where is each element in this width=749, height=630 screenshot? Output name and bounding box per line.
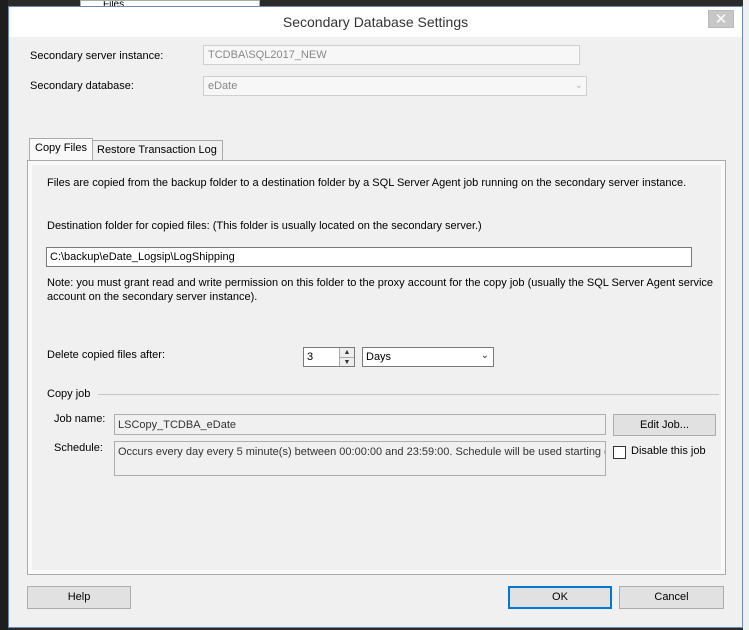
job-name-label: Job name:: [54, 413, 106, 425]
disable-job-label[interactable]: Disable this job: [631, 445, 706, 457]
stepper-up-icon[interactable]: ▲: [340, 348, 354, 357]
background-left-strip: [0, 0, 8, 630]
secondary-database-settings-dialog: Secondary Database Settings ✕ Secondary …: [8, 6, 743, 628]
close-button[interactable]: ✕: [708, 10, 734, 28]
tab-copy-files[interactable]: Copy Files: [29, 138, 93, 160]
secondary-database-value: eDate: [208, 80, 238, 92]
ok-button[interactable]: OK: [508, 586, 612, 609]
copy-files-panel: Files are copied from the backup folder …: [27, 160, 726, 575]
title-bar: Secondary Database Settings ✕: [9, 7, 742, 37]
close-icon: ✕: [714, 11, 728, 28]
tab-restore-transaction-log[interactable]: Restore Transaction Log: [91, 140, 223, 160]
help-button[interactable]: Help: [27, 586, 131, 609]
copy-files-description: Files are copied from the backup folder …: [47, 177, 687, 189]
delete-after-value: 3: [307, 351, 314, 363]
stepper-down-icon[interactable]: ▼: [340, 357, 354, 366]
background-right-strip: [743, 0, 749, 630]
job-name-field: LSCopy_TCDBA_eDate: [114, 414, 606, 435]
edit-job-button[interactable]: Edit Job...: [613, 414, 716, 436]
schedule-field: Occurs every day every 5 minute(s) betwe…: [114, 441, 606, 476]
stepper-buttons: ▲ ▼: [339, 348, 354, 366]
copy-files-panel-content: Files are copied from the backup folder …: [32, 165, 721, 570]
cancel-button[interactable]: Cancel: [619, 586, 724, 609]
chevron-down-icon: ⌄: [480, 350, 489, 361]
permission-note-line-2: account on the secondary server instance…: [47, 291, 258, 303]
dialog-title: Secondary Database Settings: [282, 14, 469, 30]
secondary-database-label: Secondary database:: [30, 80, 134, 92]
destination-folder-input[interactable]: C:\backup\eDate_Logsip\LogShipping: [46, 247, 692, 267]
destination-folder-label: Destination folder for copied files: (Th…: [47, 220, 482, 232]
disable-job-checkbox[interactable]: [613, 446, 626, 459]
permission-note-line-1: Note: you must grant read and write perm…: [47, 277, 714, 289]
server-instance-field: TCDBA\SQL2017_NEW: [203, 45, 580, 65]
secondary-database-dropdown: eDate ⌄: [203, 76, 587, 96]
delete-files-label: Delete copied files after:: [47, 349, 166, 361]
server-instance-label: Secondary server instance:: [30, 50, 164, 62]
delete-after-stepper[interactable]: 3 ▲ ▼: [303, 347, 355, 367]
delete-unit-select[interactable]: Days ⌄: [362, 347, 494, 367]
copy-job-group-label: Copy job: [47, 388, 91, 400]
schedule-label: Schedule:: [54, 442, 103, 454]
chevron-down-icon: ⌄: [574, 80, 583, 91]
copy-job-group-divider: [98, 394, 719, 395]
delete-unit-value: Days: [366, 351, 392, 363]
